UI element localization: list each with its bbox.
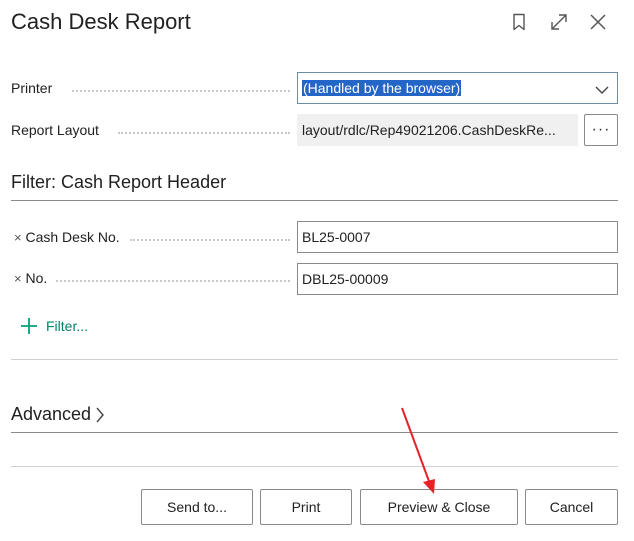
cancel-button[interactable]: Cancel [525,489,618,525]
filter-row-leader-dots [56,280,290,282]
add-filter-link[interactable]: Filter... [19,316,88,336]
printer-label: Printer [11,80,59,96]
printer-leader-dots [72,90,290,92]
filter-row-leader-dots [130,239,290,241]
advanced-divider [11,432,618,433]
printer-select[interactable]: (Handled by the browser) [297,72,618,104]
remove-filter-icon[interactable]: × [14,271,22,286]
filter-label-cash-desk-no: Cash Desk No. [25,229,120,245]
filter-bottom-divider [11,359,618,360]
chevron-down-icon [595,82,609,98]
advanced-label: Advanced [11,404,92,424]
chevron-right-icon [95,406,105,424]
report-layout-label: Report Layout [11,122,105,138]
send-to-button[interactable]: Send to... [141,489,253,525]
cash-desk-no-input[interactable]: BL25-0007 [297,221,618,253]
filter-section-title: Filter: Cash Report Header [11,172,227,192]
plus-icon [19,316,39,336]
print-button[interactable]: Print [260,489,352,525]
printer-value: (Handled by the browser) [302,80,462,96]
report-layout-assist-button[interactable]: ··· [584,114,618,146]
bookmark-icon[interactable] [507,10,531,34]
no-input[interactable]: DBL25-00009 [297,263,618,295]
filter-row-no: × No. [14,270,54,286]
dialog-title: Cash Desk Report [11,9,191,34]
annotation-arrow-icon [401,407,435,494]
footer-divider [11,466,618,467]
advanced-toggle[interactable]: Advanced [11,404,105,425]
expand-icon[interactable] [547,10,571,34]
filter-row-cash-desk-no: × Cash Desk No. [14,229,126,245]
add-filter-label: Filter... [46,318,89,334]
filter-label-no: No. [25,270,48,286]
remove-filter-icon[interactable]: × [14,230,22,245]
filter-divider [11,200,618,201]
close-icon[interactable] [586,10,610,34]
report-layout-field[interactable]: layout/rdlc/Rep49021206.CashDeskRe... [297,114,578,146]
report-layout-leader-dots [118,132,290,134]
